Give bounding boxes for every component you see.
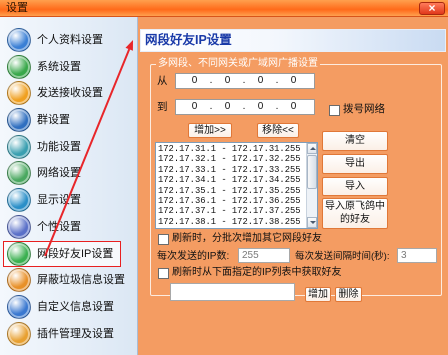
ip-range-list[interactable]: 172.17.31.1 - 172.17.31.255 172.17.32.1 … — [155, 142, 318, 229]
import-button[interactable]: 导入 — [322, 177, 388, 196]
settings-panel: 网段好友IP设置 多网段、不同网关或广域网广播设置 从 0 . 0 . 0 . … — [138, 17, 448, 355]
sidebar-item-label: 个人资料设置 — [37, 34, 103, 46]
ip-to-octet-1[interactable]: 0 — [181, 100, 208, 114]
sidebar-item-label: 群设置 — [37, 114, 70, 126]
sidebar-item-personality[interactable]: 个性设置 — [3, 214, 121, 240]
ip-range-row[interactable]: 172.17.34.1 - 172.17.34.255 — [158, 175, 305, 185]
panel-title: 网段好友IP设置 — [145, 33, 232, 47]
settings-window: 设置 × 个人资料设置 系统设置 发送接收设置 群设置 功能设置 网络设置 显示… — [0, 0, 448, 355]
custom-message-icon — [7, 295, 31, 319]
sidebar-item-network[interactable]: 网络设置 — [3, 160, 121, 186]
ip-from-field[interactable]: 0 . 0 . 0 . 0 — [175, 73, 315, 89]
group-icon — [7, 108, 31, 132]
ip-range-row[interactable]: 172.17.37.1 - 172.17.37.255 — [158, 206, 305, 216]
sidebar-item-label: 自定义信息设置 — [37, 301, 114, 313]
ip-range-row[interactable]: 172.17.38.1 - 172.17.38.255 — [158, 217, 305, 227]
remove-range-button[interactable]: 移除<< — [257, 123, 299, 138]
plugin-icon — [7, 322, 31, 346]
ip-range-row[interactable]: 172.17.33.1 - 172.17.33.255 — [158, 165, 305, 175]
export-button[interactable]: 导出 — [322, 154, 388, 174]
list-refresh-checkbox[interactable] — [158, 268, 169, 279]
ip-range-row[interactable]: 172.17.36.1 - 172.17.36.255 — [158, 196, 305, 206]
ip-network-icon — [7, 242, 31, 266]
sidebar-item-label: 网段好友IP设置 — [37, 248, 114, 260]
sidebar-item-label: 系统设置 — [37, 61, 81, 73]
ip-to-octet-3[interactable]: 0 — [247, 100, 274, 114]
ip-from-octet-4[interactable]: 0 — [280, 74, 307, 88]
batch-refresh-label: 刷新时，分批次增加其它网段好友 — [172, 233, 322, 244]
import-legacy-line-1: 导入原飞鸽中 — [325, 201, 385, 212]
list-scrollbar[interactable] — [306, 143, 317, 228]
import-legacy-friends-button[interactable]: 导入原飞鸽中 的好友 — [322, 198, 388, 229]
batch-refresh-checkbox[interactable] — [158, 234, 169, 245]
scroll-up-arrow-icon[interactable] — [307, 143, 317, 154]
dialup-label: 拨号网络 — [343, 103, 385, 115]
ips-per-send-label: 每次发送的IP数: — [157, 251, 230, 262]
sidebar-item-label: 发送接收设置 — [37, 87, 103, 99]
function-icon — [7, 135, 31, 159]
ip-range-rows: 172.17.31.1 - 172.17.31.255 172.17.32.1 … — [158, 144, 305, 227]
sidebar-item-spam-block[interactable]: 屏蔽垃圾信息设置 — [3, 267, 125, 293]
sidebar-item-label: 插件管理及设置 — [37, 328, 114, 340]
sidebar-item-send-receive[interactable]: 发送接收设置 — [3, 80, 121, 106]
ip-from-octet-2[interactable]: 0 — [214, 74, 241, 88]
block-icon — [7, 268, 31, 292]
entry-add-button[interactable]: 增加 — [305, 287, 331, 302]
sidebar-item-label: 屏蔽垃圾信息设置 — [37, 274, 125, 286]
sidebar-item-group[interactable]: 群设置 — [3, 107, 121, 133]
network-icon — [7, 161, 31, 185]
ip-from-octet-1[interactable]: 0 — [181, 74, 208, 88]
list-refresh-label: 刷新时从下面指定的IP列表中获取好友 — [172, 267, 342, 278]
add-range-button[interactable]: 增加>> — [188, 123, 232, 138]
ip-to-field[interactable]: 0 . 0 . 0 . 0 — [175, 99, 315, 115]
sidebar-item-label: 网络设置 — [37, 167, 81, 179]
dialup-checkbox[interactable] — [329, 105, 340, 116]
close-icon: × — [428, 1, 436, 15]
sidebar-item-label: 个性设置 — [37, 221, 81, 233]
scroll-thumb[interactable] — [307, 155, 317, 189]
ip-range-row[interactable]: 172.17.31.1 - 172.17.31.255 — [158, 144, 305, 154]
person-icon — [7, 28, 31, 52]
sidebar-item-display[interactable]: 显示设置 — [3, 187, 121, 213]
window-title: 设置 — [6, 2, 28, 14]
send-interval-label: 每次发送间隔时间(秒): — [295, 251, 390, 262]
sidebar-item-label: 功能设置 — [37, 141, 81, 153]
group-legend: 多网段、不同网关或广域网广播设置 — [156, 58, 320, 70]
import-legacy-line-2: 的好友 — [340, 214, 370, 225]
gear-icon — [7, 55, 31, 79]
display-icon — [7, 188, 31, 212]
ip-range-row[interactable]: 172.17.32.1 - 172.17.32.255 — [158, 154, 305, 164]
panel-title-banner: 网段好友IP设置 — [140, 29, 446, 52]
sidebar-item-ip-segment[interactable]: 网段好友IP设置 — [3, 241, 121, 267]
ips-per-send-input[interactable] — [238, 248, 290, 263]
sidebar-item-label: 显示设置 — [37, 194, 81, 206]
sidebar: 个人资料设置 系统设置 发送接收设置 群设置 功能设置 网络设置 显示设置 个性… — [0, 17, 138, 355]
close-button[interactable]: × — [419, 2, 445, 15]
ip-from-octet-3[interactable]: 0 — [247, 74, 274, 88]
personality-icon — [7, 215, 31, 239]
ip-from-label: 从 — [157, 75, 168, 87]
send-interval-input[interactable] — [397, 248, 437, 263]
ip-to-octet-2[interactable]: 0 — [214, 100, 241, 114]
ip-to-octet-4[interactable]: 0 — [280, 100, 307, 114]
entry-delete-button[interactable]: 删除 — [335, 287, 362, 302]
transfer-icon — [7, 81, 31, 105]
title-bar: 设置 × — [0, 0, 448, 17]
sidebar-item-custom-message[interactable]: 自定义信息设置 — [3, 294, 121, 320]
sidebar-item-plugins[interactable]: 插件管理及设置 — [3, 321, 121, 347]
sidebar-item-system[interactable]: 系统设置 — [3, 54, 121, 80]
ip-entry-input[interactable] — [170, 283, 295, 301]
ip-to-label: 到 — [157, 101, 168, 113]
sidebar-item-profile[interactable]: 个人资料设置 — [3, 27, 121, 53]
ip-range-row[interactable]: 172.17.35.1 - 172.17.35.255 — [158, 186, 305, 196]
clear-button[interactable]: 清空 — [322, 131, 388, 151]
scroll-down-arrow-icon[interactable] — [307, 217, 317, 228]
sidebar-item-function[interactable]: 功能设置 — [3, 134, 121, 160]
